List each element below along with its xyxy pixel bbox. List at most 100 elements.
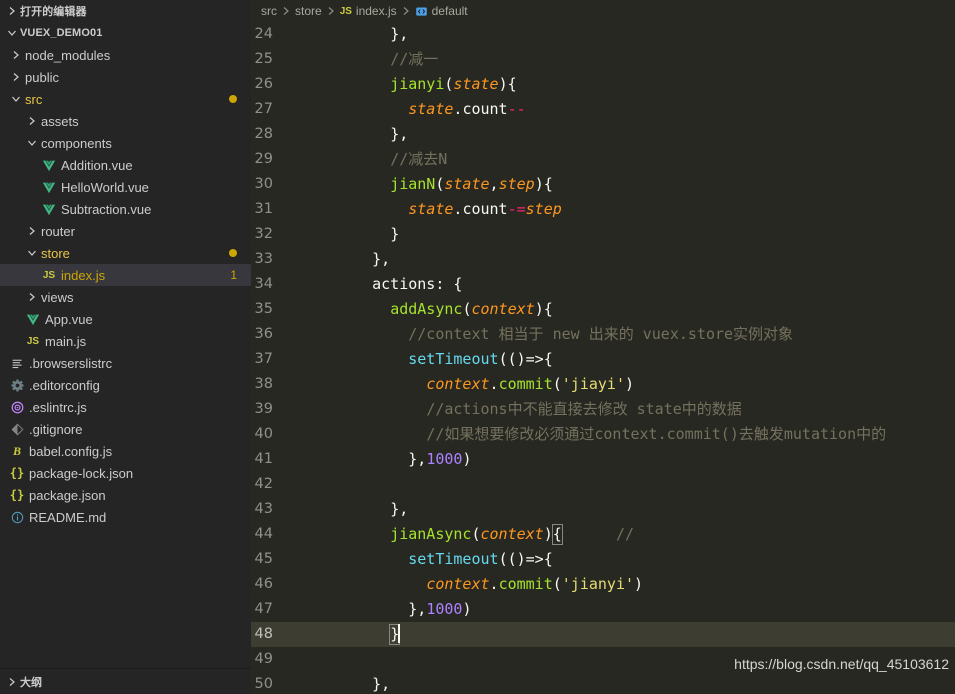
breadcrumb-item[interactable]: default [415, 4, 468, 18]
tree-row[interactable]: store [0, 242, 251, 264]
code-line[interactable]: 37 setTimeout(()=>{ [251, 347, 955, 372]
code-line[interactable]: 24 }, [251, 22, 955, 47]
code-token: //actions中不能直接去修改 state中的数据 [426, 400, 742, 418]
outline-section-header[interactable]: 大纲 [0, 668, 251, 694]
code-line[interactable]: 36 //context 相当于 new 出来的 vuex.store实例对象 [251, 322, 955, 347]
code-text: setTimeout(()=>{ [297, 547, 955, 572]
tree-row[interactable]: JS index.js 1 [0, 264, 251, 286]
tree-row[interactable]: node_modules [0, 44, 251, 66]
code-line[interactable]: 35 addAsync(context){ [251, 297, 955, 322]
tree-row[interactable]: router [0, 220, 251, 242]
diamond-icon [8, 418, 26, 440]
code-line[interactable]: 32 } [251, 222, 955, 247]
code-line[interactable]: 29 //减去N [251, 147, 955, 172]
code-token: setTimeout [408, 550, 499, 568]
chevron-right-icon [4, 674, 20, 690]
chevron-right-icon[interactable] [8, 44, 24, 66]
file-tree[interactable]: node_modules public src assets components Add… [0, 44, 251, 668]
code-line[interactable]: 47 },1000) [251, 597, 955, 622]
code-line[interactable]: 30 jianN(state,step){ [251, 172, 955, 197]
code-line[interactable]: 49 [251, 647, 955, 672]
code-content[interactable]: 24 }, 25 //减一 26 jianyi(state){27 state.co… [251, 22, 955, 694]
open-editors-section-header[interactable]: 打开的编辑器 [0, 0, 251, 22]
code-line[interactable]: 28 }, [251, 122, 955, 147]
project-section-header[interactable]: VUEX_DEMO01 [0, 22, 251, 44]
tree-row[interactable]: views [0, 286, 251, 308]
tree-row[interactable]: .eslintrc.js [0, 396, 251, 418]
code-text: actions: { [297, 272, 955, 297]
tree-row[interactable]: JS main.js [0, 330, 251, 352]
tree-row[interactable]: App.vue [0, 308, 251, 330]
code-text: //actions中不能直接去修改 state中的数据 [297, 397, 955, 422]
tree-item-label: .browserslistrc [29, 355, 113, 371]
tree-row[interactable]: Bbabel.config.js [0, 440, 251, 462]
tree-item-label: App.vue [45, 311, 93, 327]
code-line[interactable]: 38 context.commit('jiayi') [251, 372, 955, 397]
breadcrumb-item[interactable]: store [295, 4, 322, 18]
chevron-right-icon[interactable] [24, 220, 40, 242]
breadcrumb-item[interactable]: JS index.js [340, 4, 397, 18]
chevron-right-icon [322, 5, 340, 17]
code-token: ) [462, 450, 472, 468]
code-line[interactable]: 34 actions: { [251, 272, 955, 297]
tree-item-label: assets [41, 113, 79, 129]
tree-row[interactable]: components [0, 132, 251, 154]
tree-row[interactable]: {} package.json [0, 484, 251, 506]
breadcrumb[interactable]: src store JS index.js default [251, 0, 955, 22]
tree-row[interactable]: Addition.vue [0, 154, 251, 176]
chevron-down-icon[interactable] [24, 132, 40, 154]
code-token: commit [498, 375, 553, 393]
code-line[interactable]: 42 [251, 472, 955, 497]
explorer-sidebar: 打开的编辑器 VUEX_DEMO01 node_modules public src… [0, 0, 251, 694]
tree-row[interactable]: README.md [0, 506, 251, 528]
code-line[interactable]: 27 state.count-- [251, 97, 955, 122]
chevron-right-icon[interactable] [24, 286, 40, 308]
code-line[interactable]: 50 }, [251, 672, 955, 694]
line-number: 38 [254, 376, 273, 392]
code-text: //如果想要修改必须通过context.commit()去触发mutation中… [297, 422, 955, 447]
code-token: }, [372, 250, 391, 268]
tree-row[interactable]: {} package-lock.json [0, 462, 251, 484]
line-number: 31 [254, 201, 273, 217]
tree-row[interactable]: Subtraction.vue [0, 198, 251, 220]
tree-row[interactable]: public [0, 66, 251, 88]
code-line[interactable]: 31 state.count-=step [251, 197, 955, 222]
code-line[interactable]: 43 }, [251, 497, 955, 522]
line-number: 44 [254, 526, 273, 542]
code-token: addAsync [390, 300, 463, 318]
tree-row[interactable]: src [0, 88, 251, 110]
code-line[interactable]: 40 //如果想要修改必须通过context.commit()去触发mutati… [251, 422, 955, 447]
code-token: (()=>{ [498, 350, 553, 368]
code-token: 'jiayi' [561, 375, 625, 393]
tree-row[interactable]: .gitignore [0, 418, 251, 440]
chevron-down-icon[interactable] [24, 242, 40, 264]
tree-row[interactable]: .browserslistrc [0, 352, 251, 374]
code-line[interactable]: 44 jianAsync(context){ // [251, 522, 955, 547]
chevron-right-icon[interactable] [8, 66, 24, 88]
code-line[interactable]: 26 jianyi(state){ [251, 72, 955, 97]
breadcrumb-item[interactable]: src [261, 4, 277, 18]
line-number: 45 [254, 551, 273, 567]
code-token: count [462, 100, 508, 118]
line-number: 35 [254, 301, 273, 317]
code-line[interactable]: 33 }, [251, 247, 955, 272]
chevron-right-icon[interactable] [24, 110, 40, 132]
code-line[interactable]: 25 //减一 [251, 47, 955, 72]
code-line[interactable]: 48 } [251, 622, 955, 647]
chevron-down-icon[interactable] [8, 88, 24, 110]
code-line[interactable]: 41 },1000) [251, 447, 955, 472]
code-line[interactable]: 39 //actions中不能直接去修改 state中的数据 [251, 397, 955, 422]
line-number: 36 [254, 326, 273, 342]
tree-row[interactable]: assets [0, 110, 251, 132]
code-token: -= [507, 200, 526, 218]
tree-row[interactable]: .editorconfig [0, 374, 251, 396]
tree-row[interactable]: HelloWorld.vue [0, 176, 251, 198]
code-token: , [489, 175, 499, 193]
code-token: context [471, 300, 535, 318]
code-line[interactable]: 46 context.commit('jianyi') [251, 572, 955, 597]
code-line[interactable]: 45 setTimeout(()=>{ [251, 547, 955, 572]
code-token: ) [634, 575, 644, 593]
